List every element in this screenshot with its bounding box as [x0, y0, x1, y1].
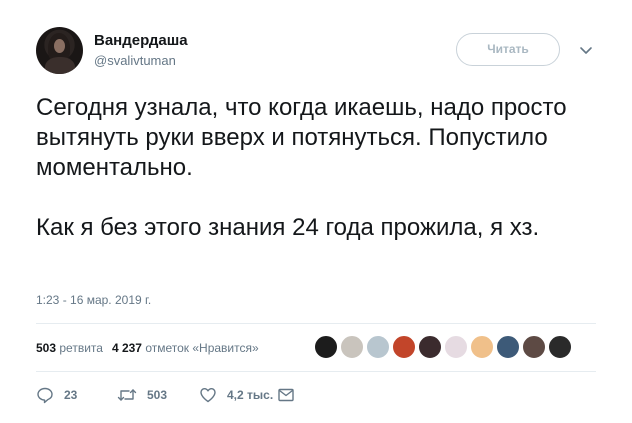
liker-avatars [314, 335, 574, 361]
avatar-face [54, 39, 65, 53]
tweet-stats: 503 ретвита 4 237 отметок «Нравится» [36, 341, 259, 355]
liker-avatar[interactable] [470, 335, 494, 359]
liker-avatar[interactable] [366, 335, 390, 359]
reply-icon [37, 387, 53, 404]
liker-avatar[interactable] [418, 335, 442, 359]
reply-button[interactable]: 23 [36, 386, 77, 404]
liker-avatar[interactable] [496, 335, 520, 359]
retweet-button[interactable]: 503 [117, 386, 167, 404]
avatar-body [45, 57, 75, 74]
message-button[interactable] [277, 386, 295, 404]
like-button[interactable]: 4,2 тыс. [199, 386, 273, 404]
retweets-count[interactable]: 503 [36, 341, 56, 355]
user-handle[interactable]: @svalivtuman [94, 53, 176, 68]
retweet-count: 503 [147, 388, 168, 402]
liker-avatar[interactable] [444, 335, 468, 359]
liker-avatar[interactable] [314, 335, 338, 359]
tweet-timestamp[interactable]: 1:23 - 16 мар. 2019 г. [36, 293, 151, 307]
likes-count[interactable]: 4 237 [112, 341, 142, 355]
envelope-icon [278, 388, 294, 402]
heart-icon [200, 388, 216, 403]
follow-button[interactable]: Читать [456, 33, 560, 66]
reply-count: 23 [64, 388, 78, 402]
display-name[interactable]: Вандердаша [94, 32, 188, 49]
chevron-down-icon[interactable] [578, 42, 594, 58]
tweet-actions: 23 503 4,2 тыс. [36, 386, 336, 404]
retweets-label[interactable]: ретвита [59, 341, 103, 355]
like-count: 4,2 тыс. [227, 388, 274, 402]
divider [36, 371, 596, 372]
liker-avatar[interactable] [392, 335, 416, 359]
liker-avatar[interactable] [548, 335, 572, 359]
likes-label[interactable]: отметок «Нравится» [145, 341, 258, 355]
divider [36, 323, 596, 324]
tweet-card: Вандердаша @svalivtuman Читать Сегодня у… [0, 0, 632, 423]
tweet-paragraph: Сегодня узнала, что когда икаешь, надо п… [36, 94, 567, 181]
liker-avatar[interactable] [522, 335, 546, 359]
tweet-paragraph: Как я без этого знания 24 года прожила, … [36, 214, 540, 241]
avatar[interactable] [36, 27, 83, 74]
tweet-text: Сегодня узнала, что когда икаешь, надо п… [36, 93, 596, 243]
liker-avatar[interactable] [340, 335, 364, 359]
retweet-icon [117, 389, 137, 401]
